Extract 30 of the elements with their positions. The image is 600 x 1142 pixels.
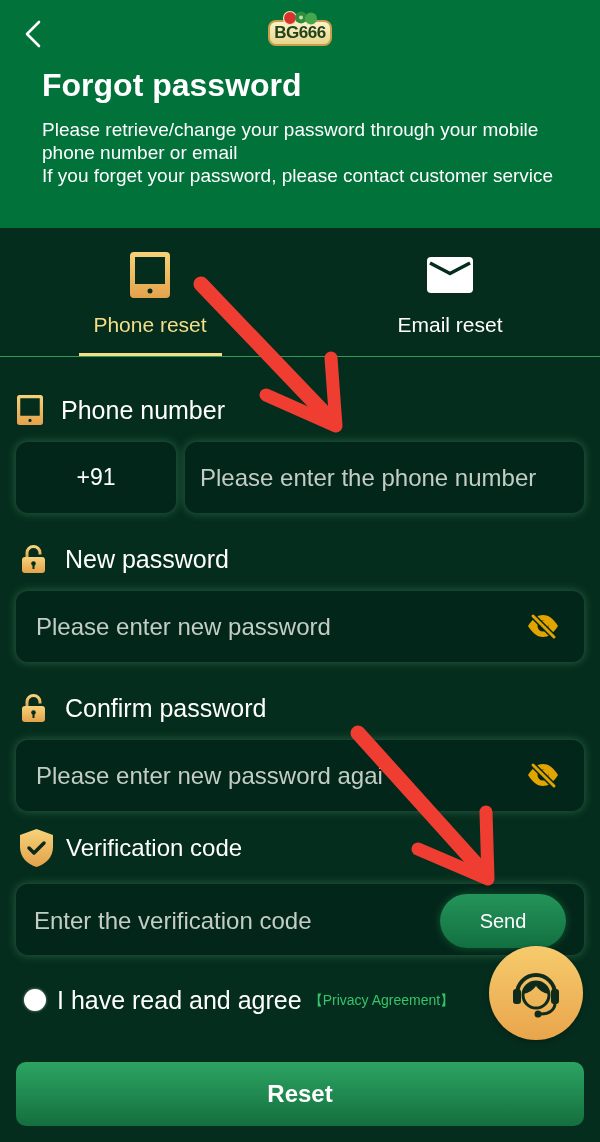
- privacy-agreement-link[interactable]: 【Privacy Agreement】: [308, 990, 455, 1010]
- padlock-icon: [22, 545, 45, 573]
- reset-button[interactable]: Reset: [16, 1062, 584, 1126]
- eye-off-icon[interactable]: [526, 612, 560, 640]
- agree-radio[interactable]: [24, 989, 46, 1011]
- phone-icon: [130, 252, 170, 298]
- send-button[interactable]: Send: [440, 894, 566, 948]
- verification-code-field[interactable]: Enter the verification code Send: [16, 884, 584, 955]
- page-title: Forgot password: [42, 66, 303, 104]
- logo: BG666: [268, 20, 332, 46]
- phone-icon: [17, 395, 43, 425]
- field-label: Confirm password: [65, 693, 267, 723]
- field-label: New password: [65, 544, 229, 574]
- back-icon[interactable]: [24, 20, 42, 48]
- field-label: Phone number: [61, 395, 225, 425]
- eye-off-icon[interactable]: [526, 761, 560, 789]
- description-text: If you forget your password, please contact customer service: [42, 164, 555, 187]
- phone-number-field[interactable]: Please enter the phone number: [185, 442, 584, 513]
- password-field[interactable]: Please enter new password: [16, 591, 584, 662]
- tab[interactable]: Phone reset: [0, 228, 300, 356]
- envelope-icon: [427, 257, 473, 293]
- field-label: Verification code: [66, 833, 243, 863]
- password-field[interactable]: Please enter new password agai: [16, 740, 584, 811]
- tab[interactable]: Email reset: [300, 228, 600, 356]
- shield-check-icon: [20, 829, 53, 867]
- agreement-text: I have read and agree: [57, 985, 302, 1015]
- description-text: Please retrieve/change your password through your mobile phone number or email: [42, 118, 540, 164]
- country-code-button[interactable]: +91: [16, 442, 176, 513]
- padlock-icon: [22, 694, 45, 722]
- code-input[interactable]: Enter the verification code: [34, 901, 430, 941]
